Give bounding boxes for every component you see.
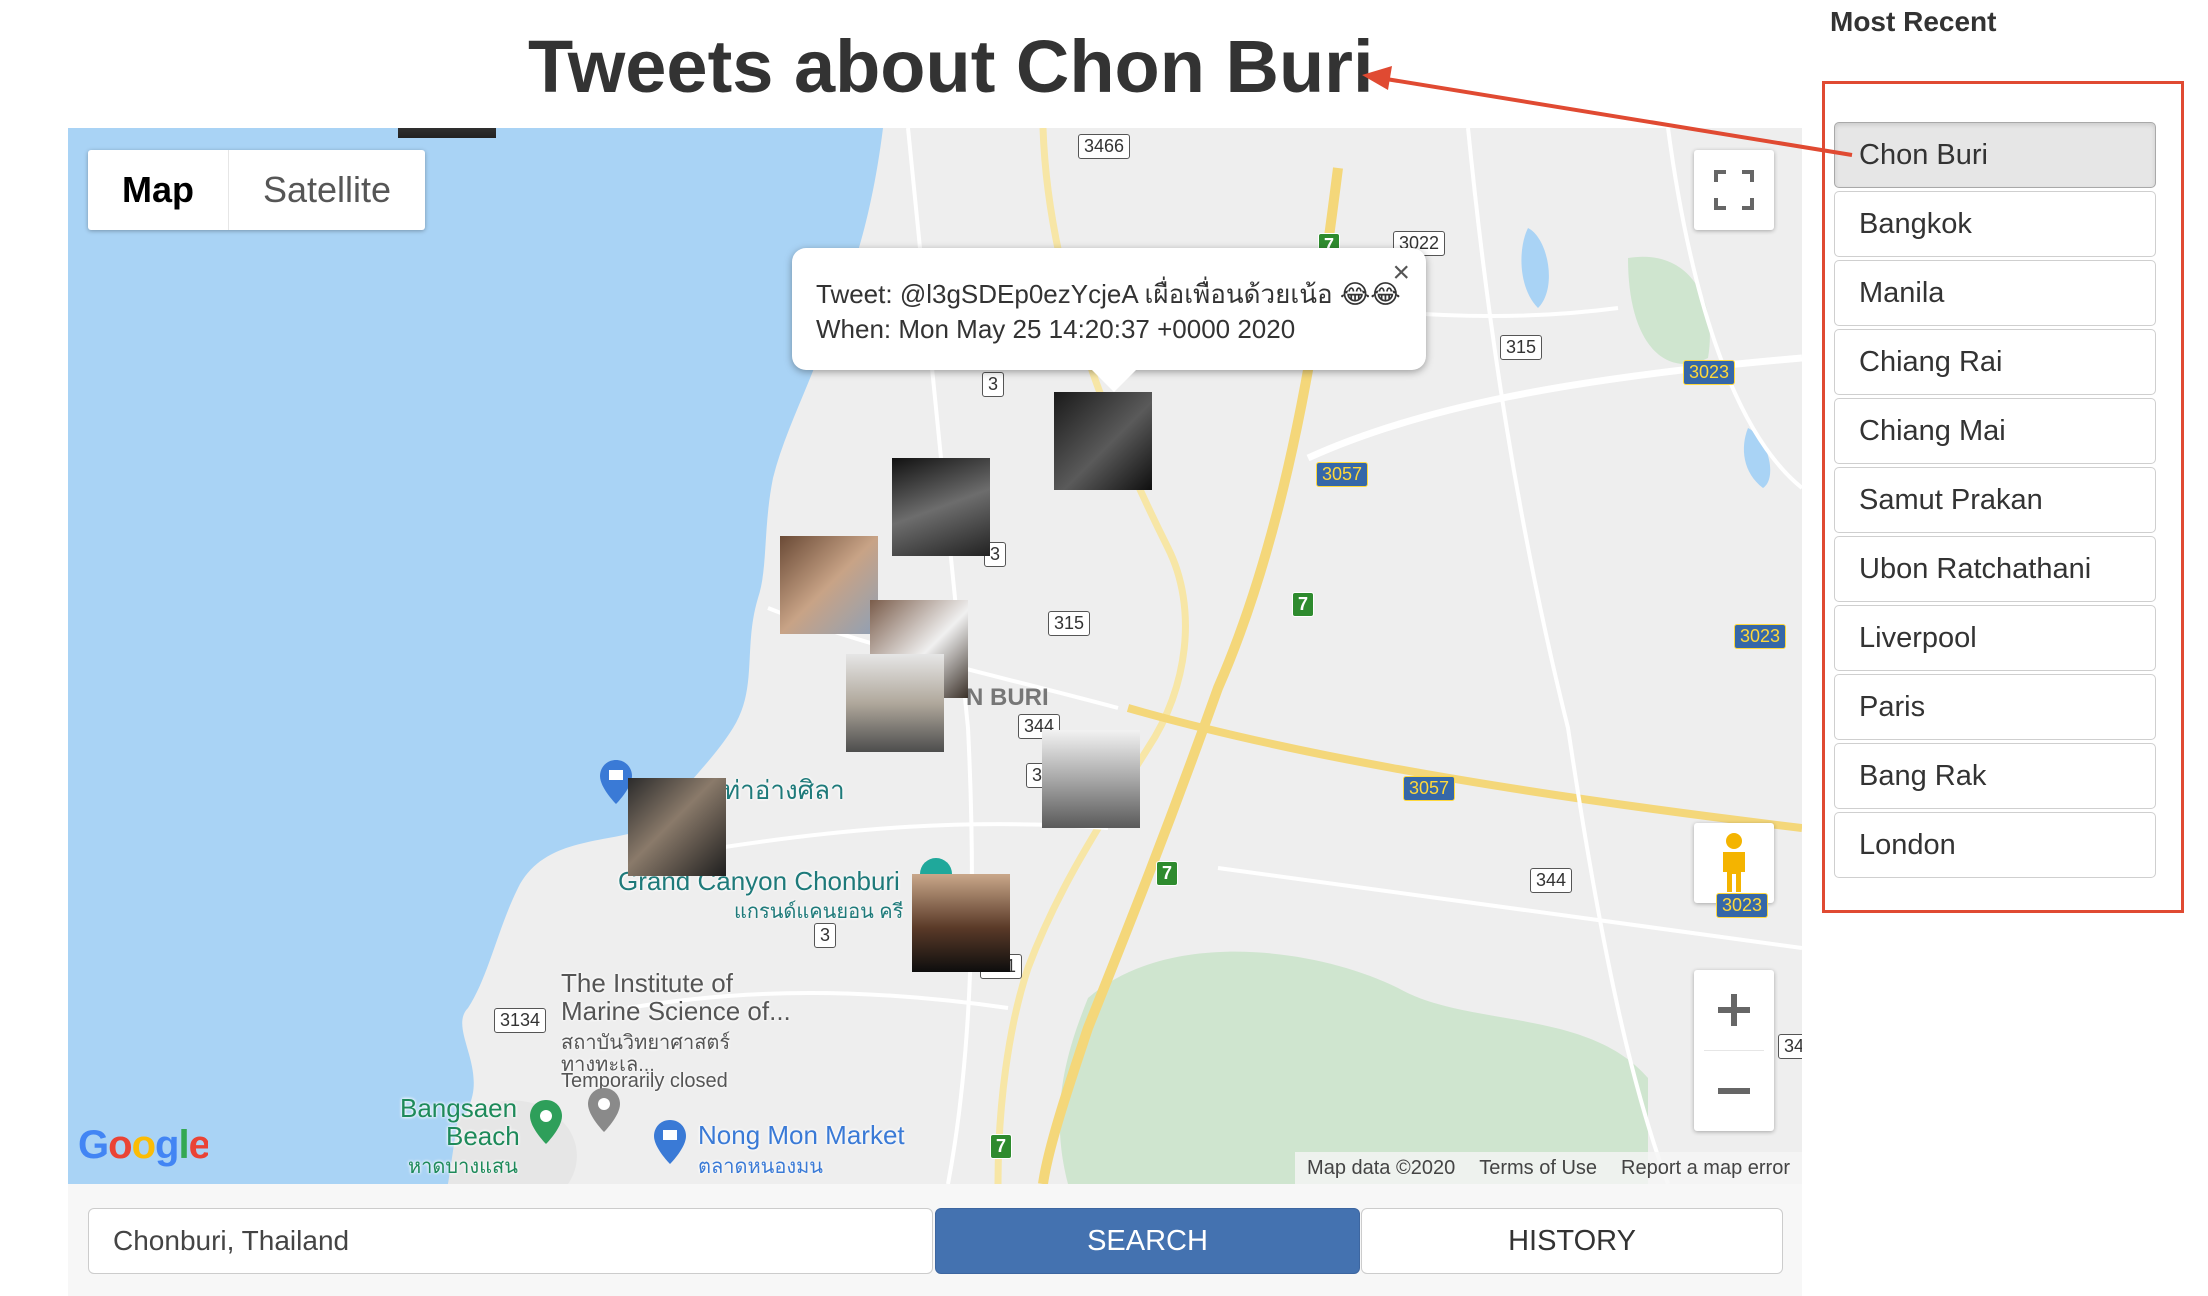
recent-item-paris[interactable]: Paris bbox=[1834, 674, 2156, 740]
google-logo-image: Google bbox=[78, 1123, 211, 1167]
recent-item-liverpool[interactable]: Liverpool bbox=[1834, 605, 2156, 671]
road-shield: 3023 bbox=[1734, 624, 1787, 649]
zoom-in-icon bbox=[1718, 994, 1750, 1026]
tweet-info-window: Tweet: @l3gSDEp0ezYcjeA เผื่อเพื่อนด้วยเ… bbox=[792, 248, 1426, 392]
road-shield: 315 bbox=[1048, 611, 1091, 636]
terms-of-use-link[interactable]: Terms of Use bbox=[1479, 1157, 1597, 1180]
recent-item-chon-buri[interactable]: Chon Buri bbox=[1834, 122, 2156, 188]
recent-item-chiang-mai[interactable]: Chiang Mai bbox=[1834, 398, 2156, 464]
tweet-marker-thumbnail[interactable] bbox=[912, 874, 1010, 972]
zoom-out-button[interactable] bbox=[1694, 1051, 1774, 1131]
road-shield: 315 bbox=[1500, 335, 1543, 360]
search-button[interactable]: SEARCH bbox=[935, 1208, 1360, 1274]
poi-label: Nong Mon Market bbox=[698, 1120, 905, 1150]
recent-list: Chon Buri Bangkok Manila Chiang Rai Chia… bbox=[1834, 122, 2156, 881]
street-view-button[interactable] bbox=[1694, 823, 1774, 903]
recent-item-samut-prakan[interactable]: Samut Prakan bbox=[1834, 467, 2156, 533]
pegman-icon bbox=[1723, 833, 1745, 892]
tweet-marker-thumbnail[interactable] bbox=[780, 536, 878, 634]
recent-item-manila[interactable]: Manila bbox=[1834, 260, 2156, 326]
museum-pin-icon[interactable] bbox=[586, 1086, 622, 1136]
road-shield: 34 bbox=[1778, 1034, 1802, 1059]
poi-label: The Institute of bbox=[561, 968, 733, 998]
map-type-satellite-button[interactable]: Satellite bbox=[229, 150, 425, 230]
map-type-map-button[interactable]: Map bbox=[88, 150, 229, 230]
poi-label: ท่าอ่างศิลา bbox=[723, 775, 845, 805]
map-data-attribution: Map data ©2020 bbox=[1307, 1156, 1456, 1179]
zoom-out-icon bbox=[1718, 1088, 1750, 1094]
report-map-error-link[interactable]: Report a map error bbox=[1621, 1157, 1790, 1180]
zoom-in-button[interactable] bbox=[1694, 970, 1774, 1050]
svg-text:Google: Google bbox=[78, 1123, 208, 1167]
beach-pin-icon[interactable] bbox=[528, 1098, 564, 1148]
road-shield: 3023 bbox=[1683, 360, 1736, 385]
road-shield: 344 bbox=[1530, 868, 1573, 893]
google-logo: Google bbox=[78, 1122, 211, 1178]
tweet-marker-thumbnail[interactable] bbox=[1042, 730, 1140, 828]
road-shield: 3057 bbox=[1403, 776, 1456, 801]
tweet-marker-thumbnail[interactable] bbox=[398, 128, 496, 138]
close-icon[interactable]: × bbox=[1392, 256, 1410, 290]
fullscreen-button[interactable] bbox=[1694, 150, 1774, 230]
road-shield: 3057 bbox=[1316, 462, 1369, 487]
history-button[interactable]: HISTORY bbox=[1361, 1208, 1783, 1274]
recent-item-london[interactable]: London bbox=[1834, 812, 2156, 878]
fullscreen-icon bbox=[1714, 170, 1754, 210]
area-label: N BURI bbox=[966, 684, 1049, 711]
recent-item-bang-rak[interactable]: Bang Rak bbox=[1834, 743, 2156, 809]
poi-label: หาดบางแสน bbox=[408, 1156, 518, 1178]
map-type-control[interactable]: Map Satellite bbox=[88, 150, 426, 230]
zoom-control[interactable] bbox=[1694, 970, 1774, 1131]
recent-item-chiang-rai[interactable]: Chiang Rai bbox=[1834, 329, 2156, 395]
road-shield: 7 bbox=[990, 1134, 1013, 1159]
road-shield: 3 bbox=[982, 372, 1005, 397]
tweet-marker-thumbnail[interactable] bbox=[892, 458, 990, 556]
location-search-input[interactable] bbox=[88, 1208, 933, 1274]
recent-heading: Most Recent bbox=[1830, 6, 1997, 37]
road-shield: 3023 bbox=[1716, 893, 1769, 918]
page-title: Tweets about Chon Buri bbox=[528, 25, 1374, 108]
tweet-marker-thumbnail[interactable] bbox=[846, 654, 944, 752]
poi-label: Beach bbox=[446, 1121, 520, 1151]
map-footer: Map data ©2020 Terms of Use Report a map… bbox=[1295, 1152, 1802, 1184]
recent-item-ubon-ratchathani[interactable]: Ubon Ratchathani bbox=[1834, 536, 2156, 602]
tweet-marker-thumbnail[interactable] bbox=[628, 778, 726, 876]
road-shield: 3134 bbox=[494, 1008, 547, 1033]
market-pin-icon[interactable] bbox=[652, 1118, 688, 1168]
recent-item-bangkok[interactable]: Bangkok bbox=[1834, 191, 2156, 257]
tweet-time: When: Mon May 25 14:20:37 +0000 2020 bbox=[816, 314, 1296, 344]
road-shield: 7 bbox=[1292, 592, 1315, 617]
road-shield: 7 bbox=[1156, 861, 1179, 886]
poi-label: Marine Science of... bbox=[561, 996, 791, 1026]
tweet-marker-thumbnail[interactable] bbox=[1054, 392, 1152, 490]
poi-label: Bangsaen bbox=[400, 1093, 518, 1123]
poi-label: แกรนด์แคนยอน ครี bbox=[734, 901, 904, 923]
tweet-text: Tweet: @l3gSDEp0ezYcjeA เผื่อเพื่อนด้วยเ… bbox=[816, 279, 1401, 309]
poi-label: ตลาดหนองมน bbox=[698, 1156, 823, 1178]
map[interactable]: Map Satellite 3466 3022 315 3023 3 3 305… bbox=[68, 128, 1802, 1184]
road-shield: 3466 bbox=[1078, 134, 1131, 159]
